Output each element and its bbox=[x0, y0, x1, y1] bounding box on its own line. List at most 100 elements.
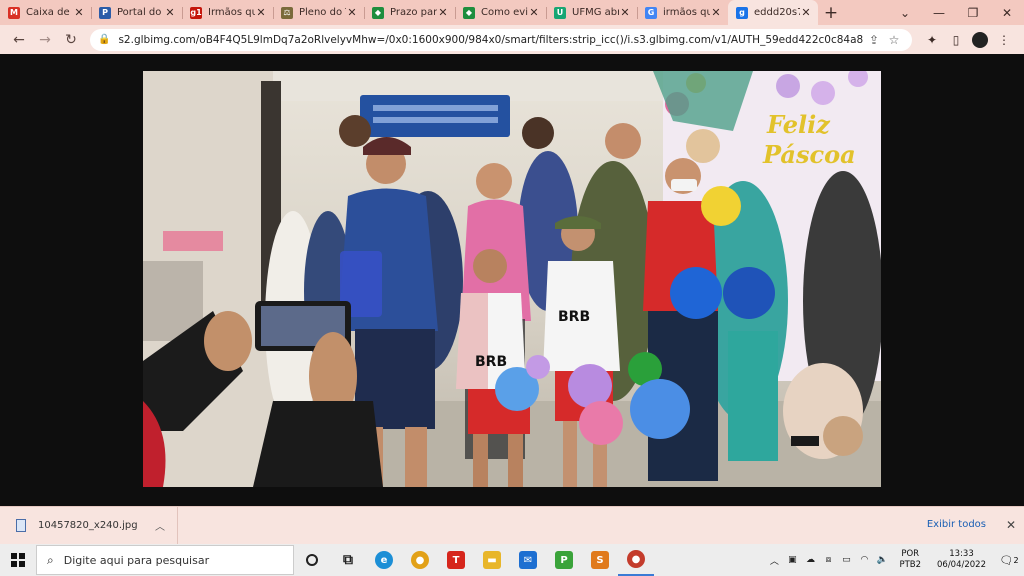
bookmark-star-icon[interactable]: ☆ bbox=[884, 33, 904, 47]
search-placeholder[interactable]: Digite aqui para pesquisar bbox=[64, 554, 209, 567]
browser-tab[interactable]: ◆ Como evit ✕ bbox=[455, 0, 546, 25]
windows-logo-icon bbox=[11, 553, 25, 567]
taskbar-chrome[interactable]: ● bbox=[402, 544, 438, 576]
task-view-button[interactable]: ⧉ bbox=[330, 544, 366, 576]
tab-title: irmãos qu bbox=[663, 7, 710, 18]
chrome-profile-icon: ● bbox=[627, 550, 645, 568]
windows-taskbar: ⌕ Digite aqui para pesquisar ⧉ e ● T ▬ ✉… bbox=[0, 544, 1024, 576]
folder-icon: ▬ bbox=[483, 551, 501, 569]
app-t-icon: T bbox=[447, 551, 465, 569]
forward-button[interactable]: → bbox=[32, 29, 58, 51]
tab-close-icon[interactable]: ✕ bbox=[346, 6, 358, 19]
taskbar-edge[interactable]: e bbox=[366, 544, 402, 576]
clock[interactable]: 13:33 06/04/2022 bbox=[937, 549, 986, 571]
sign-feliz-text: Feliz bbox=[766, 110, 831, 139]
chevron-up-icon[interactable]: ︿ bbox=[155, 518, 177, 533]
new-tab-button[interactable]: + bbox=[818, 0, 844, 25]
notification-icon: 🗨 bbox=[999, 553, 1014, 567]
taskbar-app-green[interactable]: P bbox=[546, 544, 582, 576]
tray-chevron-up-icon[interactable]: ︿ bbox=[767, 554, 781, 567]
extensions-puzzle-icon[interactable]: ✦ bbox=[920, 29, 944, 51]
taskbar-app-red[interactable]: T bbox=[438, 544, 474, 576]
notification-center-button[interactable]: 🗨 2 bbox=[994, 544, 1024, 576]
back-button[interactable]: ← bbox=[6, 29, 32, 51]
browser-tab[interactable]: ⚖ Pleno do T✕ bbox=[273, 0, 364, 25]
tab-close-icon[interactable]: ✕ bbox=[528, 6, 540, 19]
tray-device-icon[interactable]: ⧈ bbox=[821, 555, 835, 565]
profile-avatar[interactable] bbox=[972, 31, 988, 48]
glbimg-icon: g bbox=[736, 6, 748, 19]
url-text[interactable]: s2.glbimg.com/oB4F4Q5L9lmDq7a2oRlvelyvMh… bbox=[118, 34, 864, 46]
browser-tab[interactable]: P Portal do I ✕ bbox=[91, 0, 182, 25]
tab-title: eddd20s7 bbox=[754, 7, 800, 18]
menu-kebab-icon[interactable]: ⋮ bbox=[992, 29, 1016, 51]
tab-close-icon[interactable]: ✕ bbox=[164, 6, 176, 19]
photo-illustration: Feliz Páscoa BRB BRB bbox=[143, 71, 881, 487]
cortana-button[interactable] bbox=[294, 544, 330, 576]
taskbar-explorer[interactable]: ▬ bbox=[474, 544, 510, 576]
restore-button[interactable]: ❐ bbox=[956, 0, 990, 25]
keyboard-layout: PTB2 bbox=[899, 560, 921, 570]
taskbar-mail[interactable]: ✉ bbox=[510, 544, 546, 576]
tab-title: Prazo para bbox=[390, 7, 437, 18]
tab-close-icon[interactable]: ✕ bbox=[73, 6, 85, 19]
google-icon: G bbox=[645, 6, 657, 19]
window-controls: ⌄ — ❐ ✕ bbox=[888, 0, 1024, 25]
start-button[interactable] bbox=[0, 544, 36, 576]
browser-tab[interactable]: g eddd20s7 ✕ bbox=[728, 0, 818, 25]
tab-close-icon[interactable]: ✕ bbox=[255, 6, 267, 19]
image-file-icon bbox=[16, 519, 26, 532]
wifi-icon[interactable]: ◠ bbox=[857, 555, 871, 565]
tab-close-icon[interactable]: ✕ bbox=[710, 6, 722, 19]
court-icon: ⚖ bbox=[281, 6, 293, 19]
portal-icon: P bbox=[99, 6, 111, 19]
volume-icon[interactable]: 🔈 bbox=[875, 555, 889, 565]
reload-button[interactable]: ↻ bbox=[58, 29, 84, 51]
download-file-name[interactable]: 10457820_x240.jpg bbox=[38, 520, 155, 531]
cloud-icon[interactable]: ☁ bbox=[803, 555, 817, 565]
tray-app-icon[interactable]: ▣ bbox=[785, 555, 799, 565]
tab-title: Como evit bbox=[481, 7, 528, 18]
browser-tab[interactable]: g1 Irmãos que✕ bbox=[182, 0, 273, 25]
displayed-photo[interactable]: Feliz Páscoa BRB BRB bbox=[143, 71, 881, 487]
address-bar[interactable]: 🔒 s2.glbimg.com/oB4F4Q5L9lmDq7a2oRlvelyv… bbox=[90, 28, 912, 51]
browser-tab[interactable]: M Caixa de e✕ bbox=[0, 0, 91, 25]
tab-title: Caixa de e bbox=[26, 7, 73, 18]
browser-tab[interactable]: ◆ Prazo para✕ bbox=[364, 0, 455, 25]
task-view-icon: ⧉ bbox=[343, 552, 353, 568]
close-window-button[interactable]: ✕ bbox=[990, 0, 1024, 25]
tab-title: UFMG abr bbox=[572, 7, 619, 18]
browser-tab[interactable]: U UFMG abr ✕ bbox=[546, 0, 637, 25]
tab-list: MCaixa de e✕PPortal do I✕g1Irmãos que✕⚖P… bbox=[0, 0, 818, 25]
edge-icon: e bbox=[375, 551, 393, 569]
shirt-brb-text-left: BRB bbox=[475, 354, 507, 370]
chrome-icon: ● bbox=[411, 551, 429, 569]
page-viewport: Feliz Páscoa BRB BRB bbox=[0, 54, 1024, 506]
language-indicator[interactable]: POR PTB2 bbox=[899, 549, 921, 571]
gmail-icon: M bbox=[8, 6, 20, 19]
close-download-shelf-icon[interactable]: ✕ bbox=[1006, 518, 1016, 532]
show-all-downloads-button[interactable]: Exibir todos bbox=[927, 519, 986, 530]
tab-close-icon[interactable]: ✕ bbox=[800, 6, 812, 19]
side-panel-icon[interactable]: ▯ bbox=[944, 29, 968, 51]
tab-close-icon[interactable]: ✕ bbox=[437, 6, 449, 19]
system-tray: ︿ ▣ ☁ ⧈ ▭ ◠ 🔈 POR PTB2 13:33 06/04/2022 … bbox=[765, 544, 1024, 576]
tab-search-chevron-icon[interactable]: ⌄ bbox=[888, 0, 922, 25]
taskbar-chrome-active[interactable]: ● bbox=[618, 544, 654, 576]
download-shelf: 10457820_x240.jpg ︿ Exibir todos ✕ bbox=[0, 506, 1024, 545]
sign-pascoa-text: Páscoa bbox=[762, 140, 856, 169]
taskbar-app-orange[interactable]: S bbox=[582, 544, 618, 576]
taskbar-search-box[interactable]: ⌕ Digite aqui para pesquisar bbox=[36, 545, 294, 575]
minimize-button[interactable]: — bbox=[922, 0, 956, 25]
cortana-circle-icon bbox=[306, 554, 318, 566]
lock-icon[interactable]: 🔒 bbox=[98, 34, 110, 45]
share-icon[interactable]: ⇪ bbox=[864, 33, 884, 47]
brazil-flag-icon: ◆ bbox=[372, 6, 384, 19]
network-icon[interactable]: ▭ bbox=[839, 555, 853, 565]
tab-title: Portal do I bbox=[117, 7, 164, 18]
download-item[interactable]: 10457820_x240.jpg ︿ bbox=[0, 506, 178, 545]
tab-title: Irmãos que bbox=[208, 7, 255, 18]
tab-close-icon[interactable]: ✕ bbox=[619, 6, 631, 19]
g1-icon: g1 bbox=[190, 6, 202, 19]
browser-tab[interactable]: Girmãos qu ✕ bbox=[637, 0, 728, 25]
